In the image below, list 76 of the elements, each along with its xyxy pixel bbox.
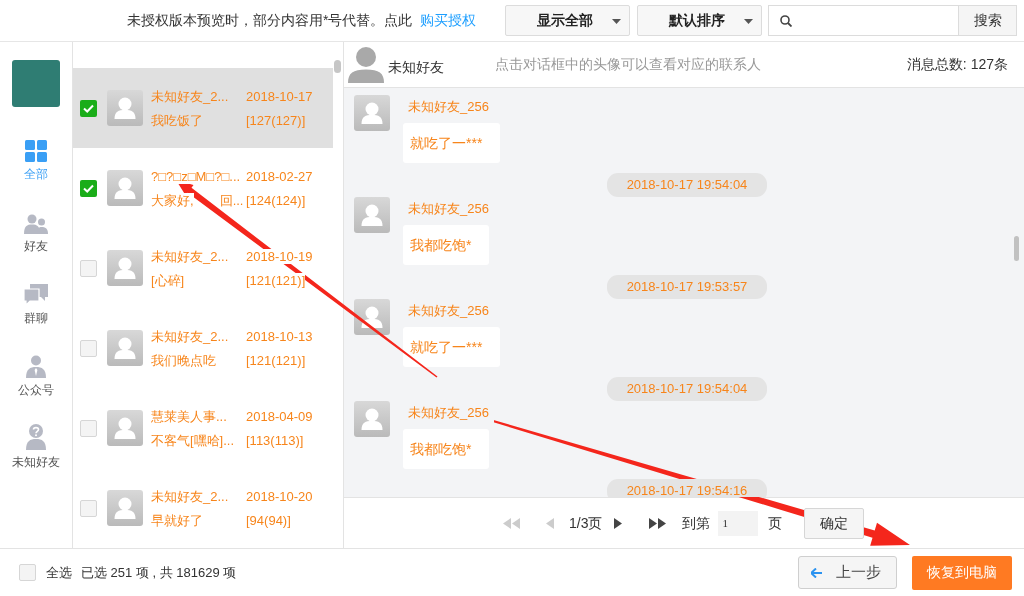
search-button[interactable]: 搜索 [958,5,1017,36]
checkbox[interactable] [80,419,97,437]
sidebar-item[interactable]: 未知好友 [0,420,72,492]
search-icon [780,14,792,27]
contact-title: 未知好友 [388,57,444,77]
message-preview: 我吃饭了 [151,112,203,128]
caret-icon [612,19,621,24]
search-field[interactable] [768,5,958,36]
message-preview: 不客气[嘿哈]... [151,432,235,448]
message-preview: [心碎] [151,272,185,288]
selection-summary: 已选 251 项 , 共 181629 项 [81,563,237,582]
person-icon[interactable] [348,46,384,83]
select-all-label[interactable]: 全选 [46,562,72,583]
avatar-icon[interactable] [107,90,143,126]
checkbox[interactable] [80,99,97,117]
page-unit-label: 页 [768,513,783,533]
message-total: 消息总数: 127条 [906,55,1008,74]
contact-name: 未知好友_2... [151,328,229,344]
timestamp-pill: 2018-10-17 19:53:57 [607,275,767,299]
message-preview: 回... [219,192,244,208]
message-preview: 早就好了 [151,512,203,528]
timestamp-pill: 2018-10-17 19:54:16 [607,479,767,497]
filter-dropdown[interactable]: 显示全部 [505,5,630,36]
checkbox[interactable] [80,179,97,197]
filter-dropdown[interactable]: 默认排序 [637,5,762,36]
sidebar-item[interactable]: 好友 [0,204,72,276]
sidebar-item[interactable]: 公众号 [0,348,72,420]
avatar-icon[interactable] [354,197,390,233]
message-bubble: 我都吃饱* [403,429,490,469]
sidebar-item[interactable]: 群聊 [0,276,72,348]
last-message-date: 2018-10-19 [246,248,313,264]
person-tie-icon [26,355,46,378]
timestamp-pill: 2018-10-17 19:54:04 [607,377,767,401]
checkbox[interactable] [19,564,36,581]
license-notice: 未授权版本预览时，部分内容用*号代替。点此 [127,11,413,30]
contact-name: 慧莱美人事... [151,408,227,424]
avatar-icon[interactable] [107,410,143,446]
check-icon [83,183,94,193]
two-people-icon [24,214,48,234]
avatar-icon[interactable] [107,330,143,366]
timestamp-pill: 2018-10-17 19:54:04 [607,173,767,197]
avatar-icon[interactable] [107,490,143,526]
caret-icon [744,19,753,24]
avatar-icon[interactable] [107,250,143,286]
checkbox[interactable] [80,339,97,357]
chat-hint: 点击对话框中的头像可以查看对应的联系人 [495,55,761,74]
left-arrow-icon [811,567,822,578]
goto-label: 到第 [682,513,711,533]
checkbox[interactable] [80,259,97,277]
avatar-icon[interactable] [354,299,390,335]
message-bubble: 我都吃饱* [403,225,490,265]
contact-name: 未知好友_2... [151,248,229,264]
contact-name: 未知好友_2... [151,488,229,504]
message-bubble: 就吃了一*** [403,327,501,367]
message-bubble: 就吃了一*** [403,123,501,163]
checkbox[interactable] [80,499,97,517]
person-question-icon [26,424,46,450]
back-button[interactable]: 上一步 [798,556,897,589]
message-preview: 大家好, [151,192,194,208]
scrollbar-thumb[interactable] [334,60,341,73]
avatar-icon[interactable] [107,170,143,206]
double-right-triangle-icon[interactable] [649,517,667,529]
page-indicator: 1/3页 [569,513,603,533]
message-count: [121(121)] [246,272,306,288]
chat-bubbles-icon [24,284,48,306]
right-triangle-icon[interactable] [614,517,623,529]
photo-placeholder [11,60,60,107]
contact-name: 未知好友_2... [151,88,229,104]
confirm-button[interactable]: 确定 [804,507,865,539]
scrollbar-thumb[interactable] [1014,236,1019,261]
check-icon [83,103,94,113]
grid-icon [25,140,47,162]
avatar-icon[interactable] [354,95,390,131]
avatar-icon[interactable] [354,401,390,437]
message-preview: 我们晚点吃 [151,352,216,368]
page-number-field[interactable]: 1 [718,510,759,536]
